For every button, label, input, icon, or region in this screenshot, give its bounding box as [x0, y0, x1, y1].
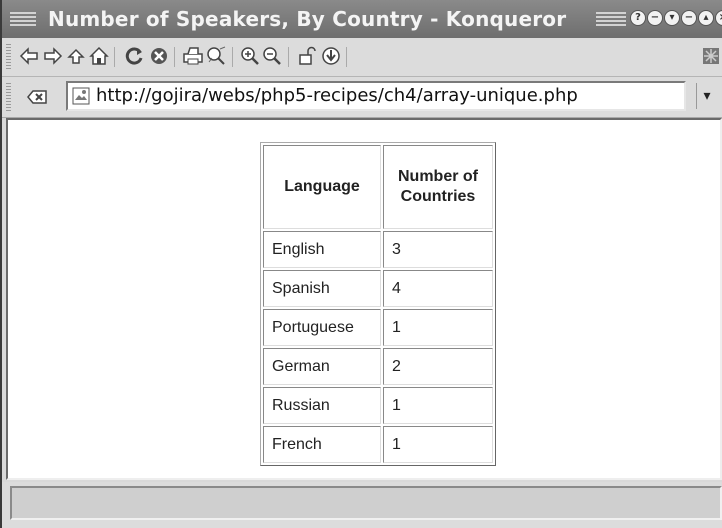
title-grip-right — [596, 12, 626, 26]
language-cell: Portuguese — [263, 309, 381, 346]
column-header-language: Language — [263, 145, 381, 229]
security-lock-icon[interactable] — [296, 45, 318, 67]
status-bar — [2, 482, 722, 528]
location-bar: http://gojira/webs/php5-recipes/ch4/arra… — [2, 77, 722, 118]
help-button[interactable]: ? — [630, 10, 646, 26]
clear-location-icon[interactable] — [24, 86, 50, 108]
stop-icon[interactable] — [148, 45, 170, 67]
toolbar-grip[interactable] — [6, 44, 11, 70]
location-grip[interactable] — [6, 83, 11, 111]
speakers-table: Language Number of Countries English 3 S… — [260, 142, 496, 466]
status-text — [10, 486, 722, 520]
minimize-button[interactable]: − — [681, 10, 697, 26]
browser-window: Number of Speakers, By Country - Konquer… — [0, 0, 722, 528]
table-header-row: Language Number of Countries — [263, 145, 493, 229]
url-input[interactable]: http://gojira/webs/php5-recipes/ch4/arra… — [66, 81, 686, 111]
count-cell: 2 — [383, 348, 493, 385]
count-cell: 1 — [383, 309, 493, 346]
zoom-in-icon[interactable] — [240, 45, 262, 67]
main-toolbar — [2, 38, 722, 77]
title-grip-left — [10, 12, 36, 26]
url-text: http://gojira/webs/php5-recipes/ch4/arra… — [96, 85, 578, 106]
language-cell: English — [263, 231, 381, 268]
toolbar-separator — [174, 47, 175, 67]
close-button[interactable]: × — [715, 10, 722, 26]
toolbar-separator — [288, 47, 289, 67]
table-row: Spanish 4 — [263, 270, 493, 307]
window-buttons: ? − ▾ − ▴ × — [630, 10, 722, 26]
count-cell: 4 — [383, 270, 493, 307]
find-icon[interactable] — [206, 45, 228, 67]
count-cell: 1 — [383, 426, 493, 463]
table-row: Russian 1 — [263, 387, 493, 424]
page-content: Language Number of Countries English 3 S… — [6, 118, 722, 480]
shade-button[interactable]: − — [647, 10, 663, 26]
title-bar[interactable]: Number of Speakers, By Country - Konquer… — [2, 0, 722, 39]
url-dropdown-icon[interactable]: ▾ — [696, 83, 717, 109]
maximize-button[interactable]: ▴ — [698, 10, 714, 26]
table-row: Portuguese 1 — [263, 309, 493, 346]
page-icon — [72, 87, 90, 105]
forward-icon[interactable] — [42, 45, 64, 67]
column-header-count: Number of Countries — [383, 145, 493, 229]
toolbar-separator — [114, 47, 115, 67]
language-cell: German — [263, 348, 381, 385]
table-row: German 2 — [263, 348, 493, 385]
toolbar-separator — [232, 47, 233, 67]
reload-icon[interactable] — [124, 45, 146, 67]
download-icon[interactable] — [320, 45, 342, 67]
table-row: French 1 — [263, 426, 493, 463]
up-icon[interactable] — [66, 45, 88, 67]
count-cell: 1 — [383, 387, 493, 424]
toolbar-separator — [346, 47, 347, 67]
home-icon[interactable] — [88, 45, 110, 67]
language-cell: French — [263, 426, 381, 463]
throbber-icon — [700, 45, 722, 67]
back-icon[interactable] — [18, 45, 40, 67]
count-cell: 3 — [383, 231, 493, 268]
window-title: Number of Speakers, By Country - Konquer… — [48, 7, 567, 31]
language-cell: Spanish — [263, 270, 381, 307]
language-cell: Russian — [263, 387, 381, 424]
zoom-out-icon[interactable] — [262, 45, 284, 67]
table-row: English 3 — [263, 231, 493, 268]
print-icon[interactable] — [182, 45, 204, 67]
keep-below-button[interactable]: ▾ — [664, 10, 680, 26]
